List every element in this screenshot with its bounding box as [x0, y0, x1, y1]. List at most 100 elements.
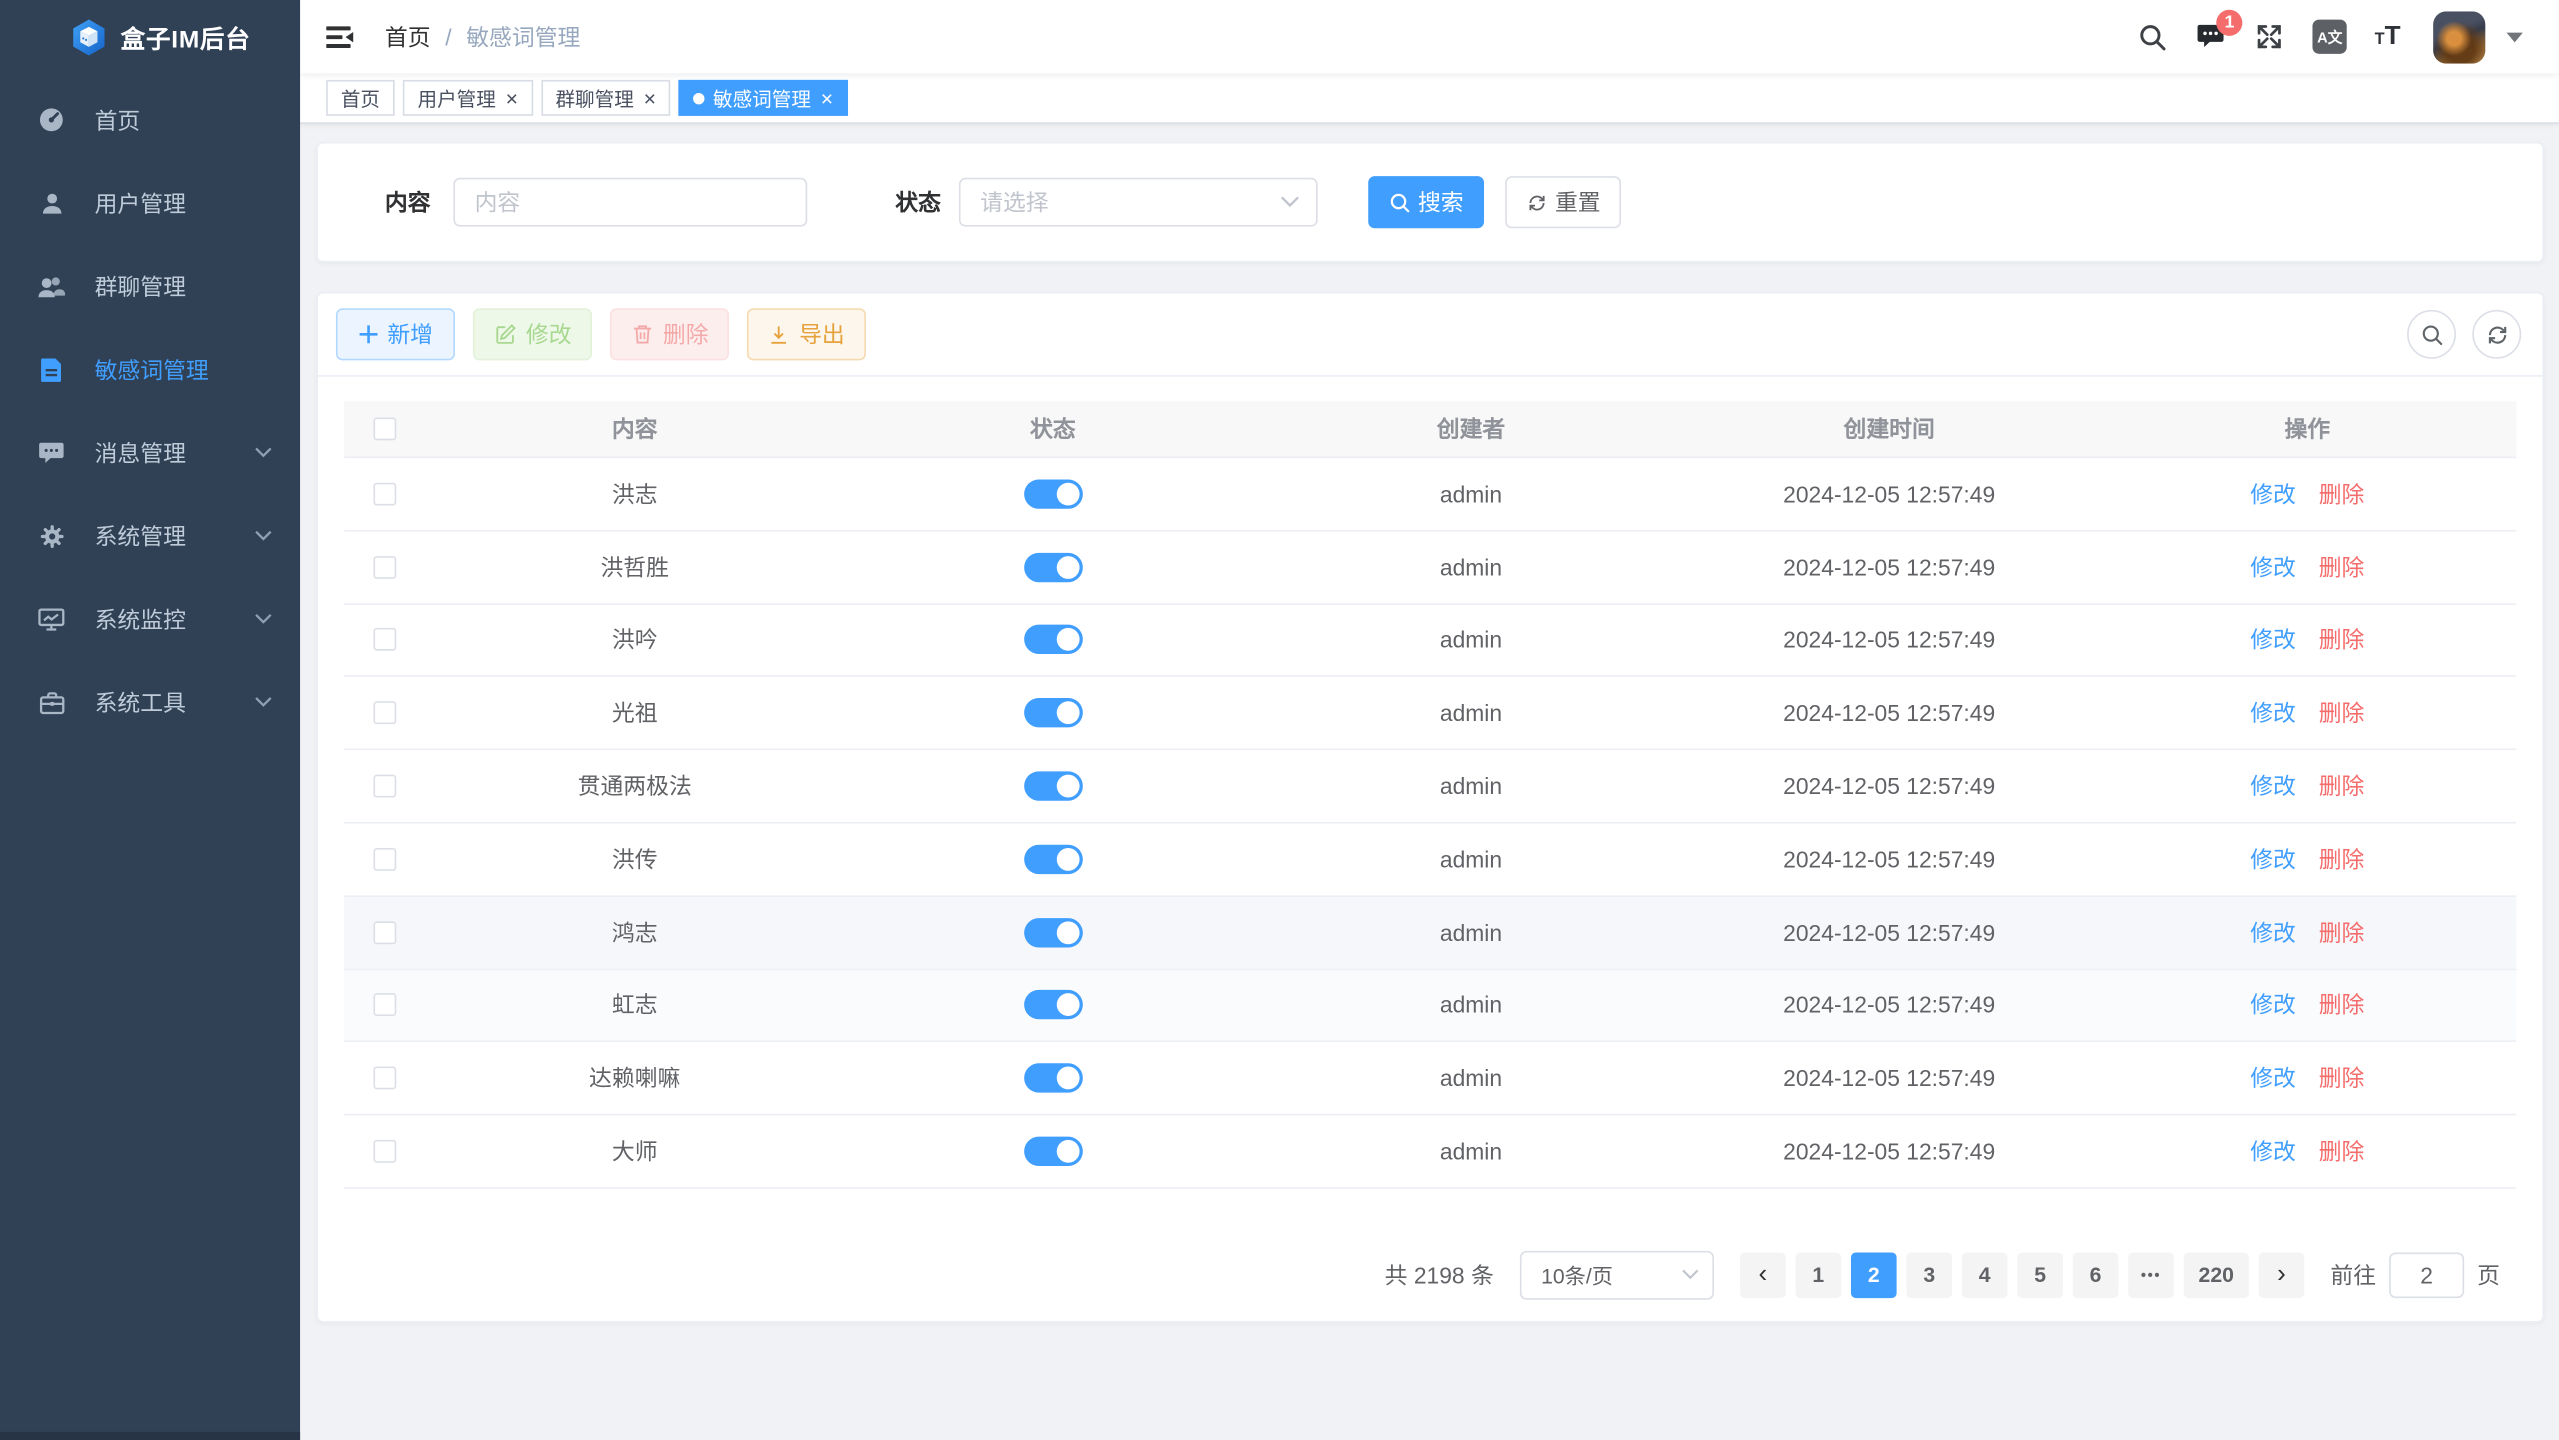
- sidebar-item-sensitive-words[interactable]: 敏感词管理: [0, 328, 300, 411]
- translate-icon[interactable]: A文: [2313, 20, 2347, 54]
- edit-link[interactable]: 修改: [2250, 1135, 2296, 1168]
- table-row: 鸿志 admin 2024-12-05 12:57:49 修改删除: [344, 897, 2516, 970]
- delete-link[interactable]: 删除: [2319, 916, 2365, 949]
- table-refresh-button[interactable]: [2472, 310, 2521, 359]
- goto-page-input[interactable]: [2389, 1252, 2464, 1298]
- row-checkbox[interactable]: [373, 921, 396, 944]
- edit-link[interactable]: 修改: [2250, 697, 2296, 730]
- edit-link[interactable]: 修改: [2250, 478, 2296, 511]
- goto-label: 前往: [2330, 1259, 2376, 1292]
- avatar-dropdown-caret-icon[interactable]: [2507, 32, 2523, 42]
- user-avatar[interactable]: [2433, 11, 2485, 63]
- page-button-2-active[interactable]: 2: [1851, 1252, 1897, 1298]
- tab-group-management[interactable]: 群聊管理 ×: [541, 80, 671, 116]
- breadcrumb-current: 敏感词管理: [466, 20, 580, 53]
- status-toggle[interactable]: [1024, 1064, 1083, 1093]
- content-field-label: 内容: [385, 186, 431, 219]
- sidebar-item-messages[interactable]: 消息管理: [0, 411, 300, 494]
- next-page-button[interactable]: ›: [2259, 1252, 2305, 1298]
- delete-link[interactable]: 删除: [2319, 551, 2365, 584]
- sidebar-item-groups[interactable]: 群聊管理: [0, 245, 300, 328]
- column-header-actions: 操作: [2098, 413, 2516, 446]
- cell-created-at: 2024-12-05 12:57:49: [1680, 700, 2098, 726]
- sidebar-item-system-monitor[interactable]: 系统监控: [0, 577, 300, 660]
- status-toggle[interactable]: [1024, 698, 1083, 727]
- delete-link[interactable]: 删除: [2319, 624, 2365, 657]
- status-toggle[interactable]: [1024, 479, 1083, 508]
- message-notification-icon[interactable]: 1: [2195, 23, 2226, 51]
- export-button[interactable]: 导出: [747, 308, 866, 360]
- prev-page-button[interactable]: ‹: [1740, 1252, 1786, 1298]
- row-checkbox[interactable]: [373, 556, 396, 579]
- content-input[interactable]: [453, 178, 807, 227]
- edit-link[interactable]: 修改: [2250, 1062, 2296, 1095]
- breadcrumb-home[interactable]: 首页: [385, 20, 431, 53]
- edit-link[interactable]: 修改: [2250, 770, 2296, 803]
- close-icon[interactable]: ×: [821, 87, 833, 108]
- page-button-1[interactable]: 1: [1796, 1252, 1842, 1298]
- delete-link[interactable]: 删除: [2319, 478, 2365, 511]
- edit-link[interactable]: 修改: [2250, 989, 2296, 1022]
- search-button[interactable]: 搜索: [1368, 176, 1484, 228]
- header-actions: 1 A文 TT: [2138, 11, 2523, 63]
- cell-content: 洪哲胜: [426, 551, 844, 584]
- sidebar-item-system-tools[interactable]: 系统工具: [0, 660, 300, 743]
- edit-link[interactable]: 修改: [2250, 843, 2296, 876]
- sidebar-item-home[interactable]: 首页: [0, 78, 300, 161]
- search-icon[interactable]: [2138, 22, 2167, 51]
- status-toggle[interactable]: [1024, 771, 1083, 800]
- delete-link[interactable]: 删除: [2319, 1135, 2365, 1168]
- page-button-3[interactable]: 3: [1906, 1252, 1952, 1298]
- page-button-6[interactable]: 6: [2073, 1252, 2119, 1298]
- status-toggle[interactable]: [1024, 1137, 1083, 1166]
- edit-link[interactable]: 修改: [2250, 551, 2296, 584]
- edit-link[interactable]: 修改: [2250, 624, 2296, 657]
- page-ellipsis-button[interactable]: •••: [2128, 1252, 2174, 1298]
- page-size-select[interactable]: 10条/页: [1520, 1251, 1714, 1300]
- page-button-last[interactable]: 220: [2184, 1252, 2249, 1298]
- close-icon[interactable]: ×: [506, 87, 518, 108]
- reset-button[interactable]: 重置: [1505, 176, 1621, 228]
- delete-link[interactable]: 删除: [2319, 697, 2365, 730]
- sidebar-item-system-management[interactable]: 系统管理: [0, 494, 300, 577]
- row-checkbox[interactable]: [373, 994, 396, 1017]
- delete-link[interactable]: 删除: [2319, 843, 2365, 876]
- status-toggle[interactable]: [1024, 991, 1083, 1020]
- tab-sensitive-words[interactable]: 敏感词管理 ×: [679, 80, 848, 116]
- chevron-down-icon: [254, 613, 272, 624]
- sidebar-item-label: 系统监控: [95, 603, 186, 636]
- delete-link[interactable]: 删除: [2319, 989, 2365, 1022]
- sidebar-collapse-icon[interactable]: [326, 24, 355, 50]
- status-toggle[interactable]: [1024, 552, 1083, 581]
- delete-link[interactable]: 删除: [2319, 770, 2365, 803]
- page-button-4[interactable]: 4: [1962, 1252, 2008, 1298]
- close-icon[interactable]: ×: [644, 87, 656, 108]
- row-checkbox[interactable]: [373, 775, 396, 798]
- edit-link[interactable]: 修改: [2250, 916, 2296, 949]
- sidebar-item-users[interactable]: 用户管理: [0, 161, 300, 244]
- add-button[interactable]: 新增: [336, 308, 455, 360]
- fullscreen-icon[interactable]: [2254, 21, 2285, 52]
- status-select[interactable]: 请选择: [959, 178, 1318, 227]
- tab-label: 敏感词管理: [713, 84, 811, 112]
- row-checkbox[interactable]: [373, 848, 396, 871]
- status-toggle[interactable]: [1024, 625, 1083, 654]
- edit-button[interactable]: 修改: [473, 308, 592, 360]
- select-all-checkbox[interactable]: [373, 417, 396, 440]
- row-checkbox[interactable]: [373, 1140, 396, 1163]
- table-row: 洪吟 admin 2024-12-05 12:57:49 修改删除: [344, 604, 2516, 677]
- sidebar-item-label: 消息管理: [95, 436, 186, 469]
- row-checkbox[interactable]: [373, 483, 396, 506]
- delete-link[interactable]: 删除: [2319, 1062, 2365, 1095]
- font-size-icon[interactable]: TT: [2375, 22, 2401, 51]
- row-checkbox[interactable]: [373, 629, 396, 652]
- status-toggle[interactable]: [1024, 845, 1083, 874]
- delete-button[interactable]: 删除: [610, 308, 729, 360]
- row-checkbox[interactable]: [373, 1067, 396, 1090]
- page-button-5[interactable]: 5: [2017, 1252, 2063, 1298]
- tab-user-management[interactable]: 用户管理 ×: [403, 80, 533, 116]
- tab-home[interactable]: 首页: [326, 80, 395, 116]
- row-checkbox[interactable]: [373, 702, 396, 725]
- status-toggle[interactable]: [1024, 918, 1083, 947]
- table-search-toggle-button[interactable]: [2407, 310, 2456, 359]
